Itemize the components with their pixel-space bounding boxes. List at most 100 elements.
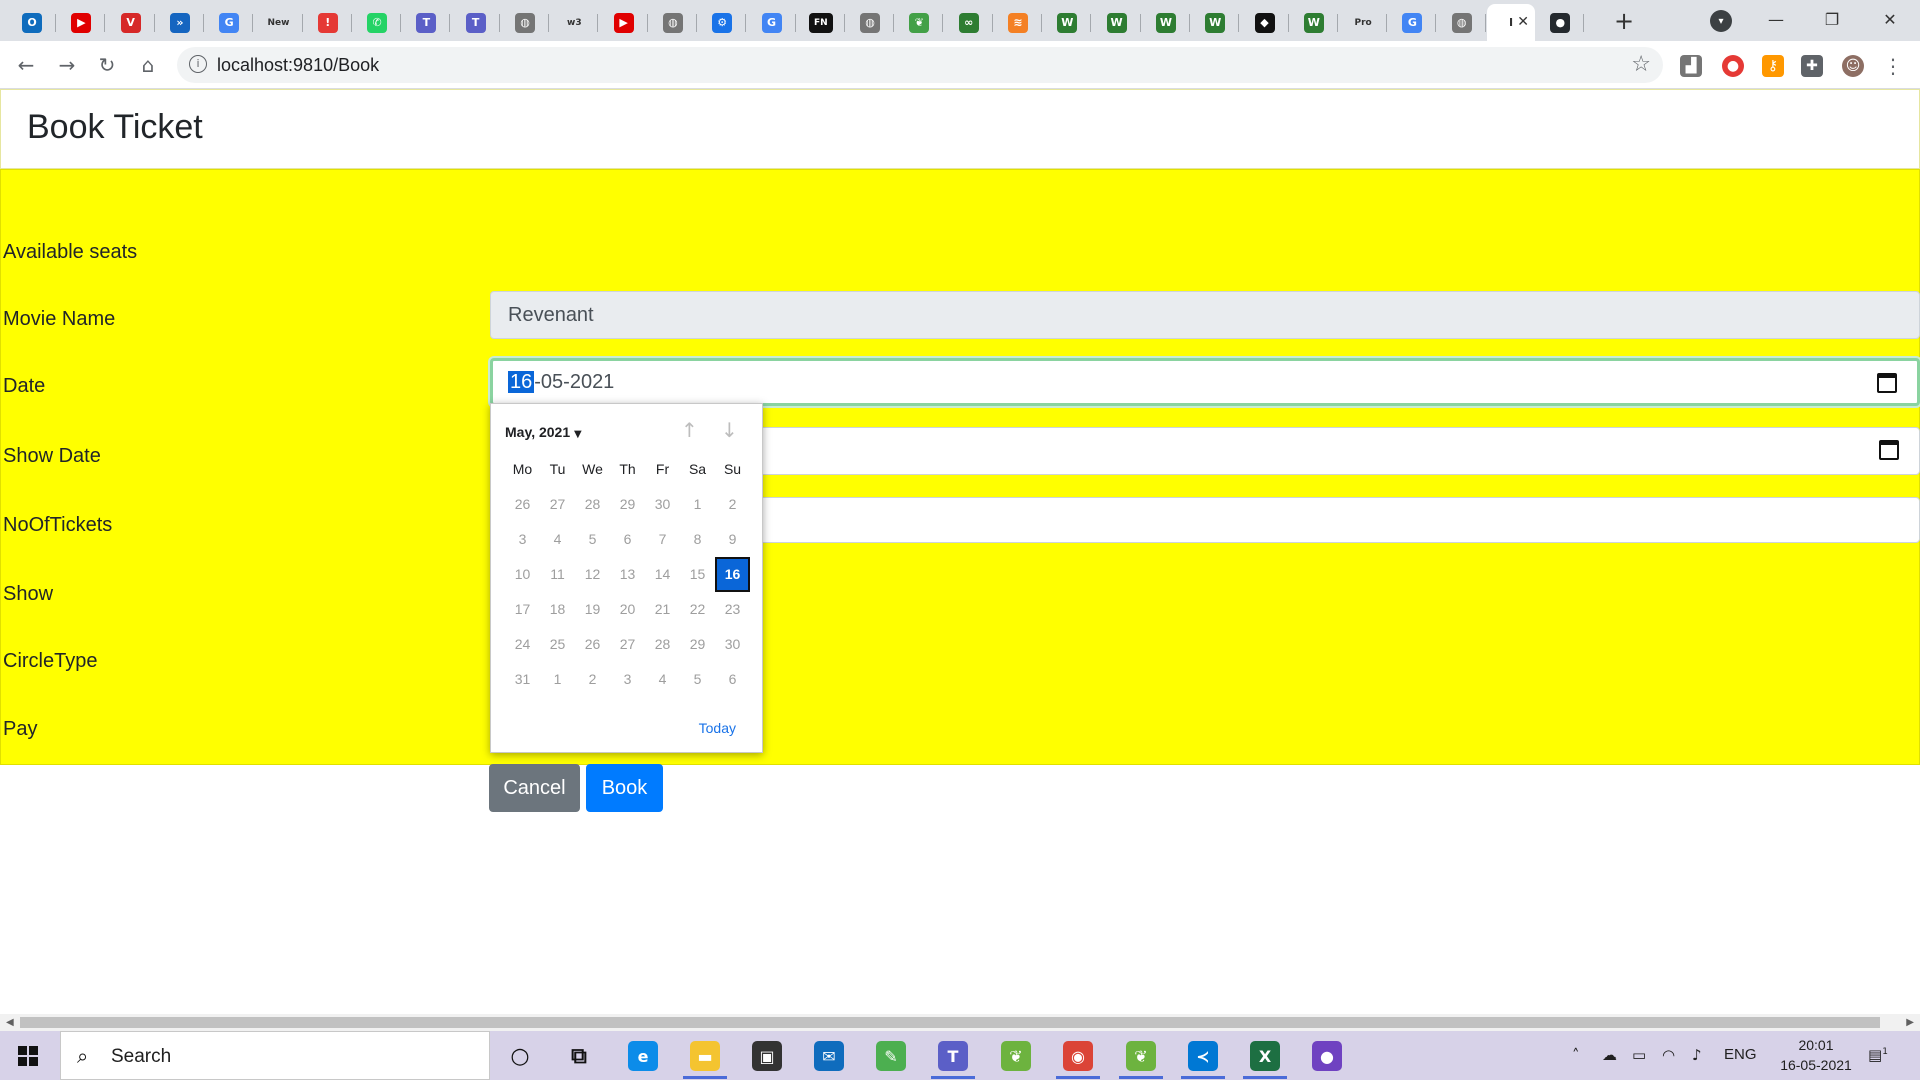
day-cell[interactable]: 13 [610,557,645,592]
day-cell[interactable]: 20 [610,592,645,627]
store-icon[interactable]: ▣ [752,1041,782,1071]
tab-settings[interactable]: ⚙ [698,4,747,41]
taskbar-search-text[interactable]: Search [111,1046,171,1068]
day-cell[interactable]: 14 [645,557,680,592]
address-bar[interactable]: i localhost:9810/Book ☆ [177,47,1663,83]
tab-alert[interactable]: ! [304,4,352,41]
day-cell[interactable]: 23 [715,592,750,627]
movie-name-field[interactable]: Revenant [490,291,1920,339]
day-cell[interactable]: 21 [645,592,680,627]
day-cell[interactable]: 6 [715,662,750,697]
day-cell[interactable]: 26 [505,487,540,522]
day-cell[interactable]: 3 [610,662,645,697]
date-day-segment[interactable]: 16 [508,371,535,393]
day-cell[interactable]: 1 [540,662,575,697]
day-cell[interactable]: 15 [680,557,715,592]
back-icon[interactable]: ← [12,51,40,79]
paint-icon[interactable]: ✎ [876,1041,906,1071]
tab-wikipedia-3[interactable]: W [1142,4,1190,41]
day-cell[interactable]: 4 [645,662,680,697]
day-cell[interactable]: 7 [645,522,680,557]
day-cell[interactable]: 28 [575,487,610,522]
day-cell[interactable]: 6 [610,522,645,557]
tab-pro[interactable]: Pro [1339,4,1388,41]
day-cell[interactable]: 5 [680,662,715,697]
close-tab-icon[interactable]: ✕ [1517,14,1529,30]
tab-wikipedia-5[interactable]: W [1290,4,1338,41]
tab-active-page[interactable]: I ✕ [1487,4,1535,41]
tab-youtube-2[interactable]: ▶ [600,4,648,41]
show-hidden-icons-icon[interactable]: ˄ [1572,1046,1580,1064]
date-field[interactable]: 16 -05-2021 [490,358,1920,406]
today-button[interactable]: Today [699,720,736,736]
day-cell[interactable]: 1 [680,487,715,522]
month-year-dropdown[interactable]: May, 2021 ▼ [505,424,582,440]
forward-icon[interactable]: → [53,51,81,79]
cortana-icon[interactable]: ○ [505,1041,535,1071]
windows-start-icon[interactable] [18,1046,38,1066]
profile-avatar[interactable]: ☺ [1842,55,1864,77]
close-window-icon[interactable]: ✕ [1870,6,1910,34]
cancel-button[interactable]: Cancel [489,764,580,812]
spring-tool-icon[interactable]: ❦ [1001,1041,1031,1071]
next-month-arrow-icon[interactable]: ↓ [721,418,738,442]
day-cell[interactable]: 2 [715,487,750,522]
day-cell[interactable]: 4 [540,522,575,557]
calendar-icon[interactable] [1879,440,1899,460]
tab-globe[interactable]: ◍ [501,4,549,41]
tab-teams[interactable]: T [402,4,451,41]
new-tab-button[interactable]: + [1610,8,1638,36]
file-explorer-icon[interactable]: ▬ [690,1041,720,1071]
day-cell[interactable]: 17 [505,592,540,627]
day-cell[interactable]: 22 [680,592,715,627]
wifi-icon[interactable]: ◠ [1662,1046,1675,1064]
adblock-extension-icon[interactable]: ● [1722,55,1744,77]
notification-center-icon[interactable]: ▤1 [1868,1046,1888,1064]
mail-icon[interactable]: ✉ [814,1041,844,1071]
scroll-left-icon[interactable]: ◀ [6,1014,14,1031]
home-icon[interactable]: ⌂ [134,51,162,79]
scrollbar-thumb[interactable] [20,1017,1880,1028]
book-button[interactable]: Book [586,764,663,812]
previous-month-arrow-icon[interactable]: ↑ [681,418,698,442]
tab-outlook[interactable]: O [8,4,56,41]
tab-google-2[interactable]: G [748,4,796,41]
day-cell[interactable]: 29 [680,627,715,662]
bookmark-star-icon[interactable]: ☆ [1631,52,1651,77]
battery-icon[interactable]: ▭ [1632,1046,1646,1064]
tab-fn[interactable]: FN [797,4,845,41]
extensions-puzzle-icon[interactable]: ✚ [1801,55,1823,77]
day-cell[interactable]: 10 [505,557,540,592]
tab-globe-2[interactable]: ◍ [649,4,697,41]
tab-globe-3[interactable]: ◍ [846,4,895,41]
day-cell[interactable]: 2 [575,662,610,697]
day-cell[interactable]: 18 [540,592,575,627]
edge-icon[interactable]: e [628,1041,658,1071]
day-cell[interactable]: 29 [610,487,645,522]
day-cell[interactable]: 12 [575,557,610,592]
day-cell[interactable]: 30 [645,487,680,522]
tab-globe-4[interactable]: ◍ [1438,4,1486,41]
selected-day-cell[interactable]: 16 [715,557,750,592]
tab-stack[interactable]: ≋ [994,4,1042,41]
tab-whatsapp[interactable]: ✆ [353,4,402,41]
day-cell[interactable]: 24 [505,627,540,662]
tab-vivaldi[interactable]: V [107,4,155,41]
analytics-extension-icon[interactable]: ▟ [1680,55,1702,77]
key-extension-icon[interactable]: ⚷ [1762,55,1784,77]
day-cell[interactable]: 19 [575,592,610,627]
tab-notion[interactable]: ◆ [1241,4,1289,41]
taskbar-search-box[interactable]: ⌕ Search [60,1031,490,1080]
day-cell[interactable]: 27 [540,487,575,522]
tab-search-icon[interactable]: ▾ [1710,10,1732,32]
calendar-icon[interactable] [1877,373,1897,393]
day-cell[interactable]: 31 [505,662,540,697]
day-cell[interactable]: 11 [540,557,575,592]
day-cell[interactable]: 27 [610,627,645,662]
scroll-right-icon[interactable]: ▶ [1906,1014,1914,1031]
minimize-icon[interactable]: — [1756,6,1796,34]
tab-new[interactable]: New [255,4,303,41]
reload-icon[interactable]: ↻ [93,51,121,79]
browser-menu-icon[interactable]: ⋮ [1882,54,1904,78]
tab-w3schools[interactable]: w3 [550,4,599,41]
